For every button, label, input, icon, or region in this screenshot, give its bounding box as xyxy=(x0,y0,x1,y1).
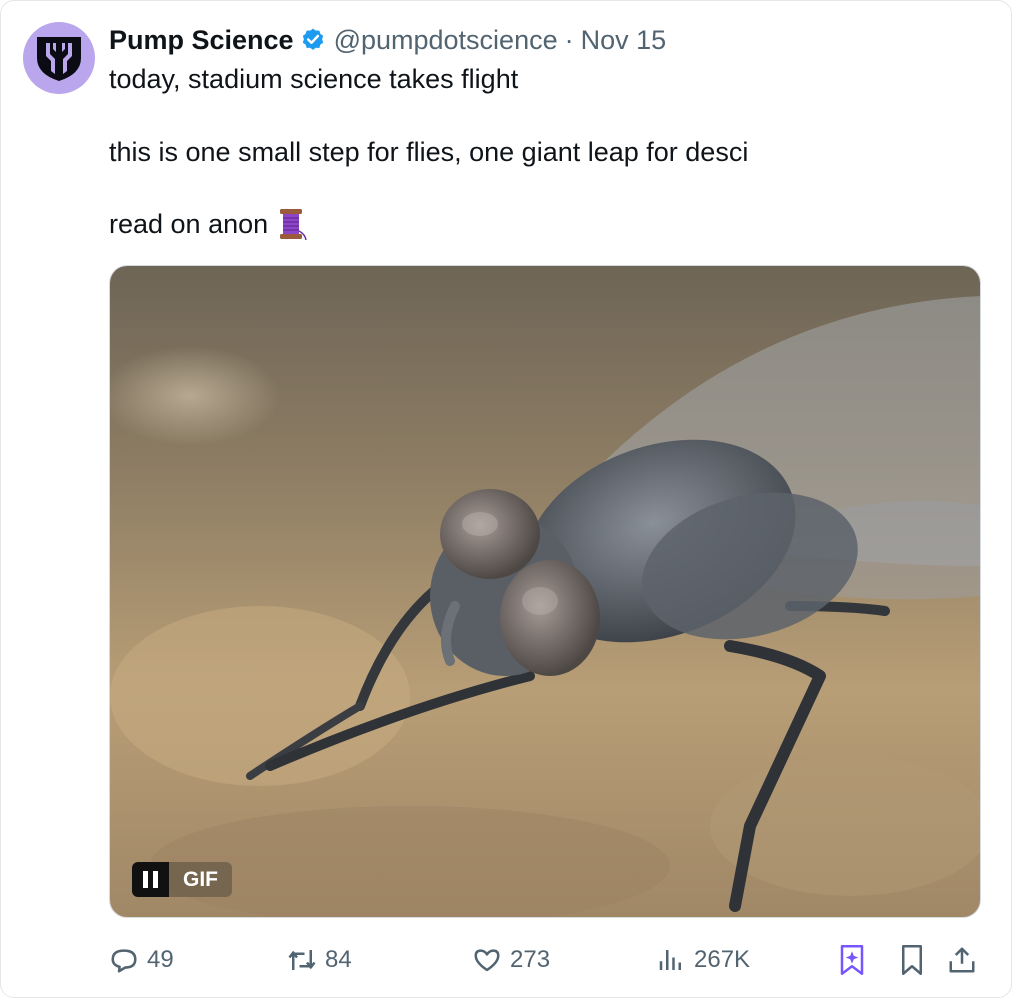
tweet-text-line: this is one small step for flies, one gi… xyxy=(109,137,749,167)
tweet-media-gif[interactable]: GIF xyxy=(109,265,981,918)
like-count: 273 xyxy=(510,946,551,973)
reply-count: 49 xyxy=(147,946,174,973)
tweet-text-line: today, stadium science takes flight xyxy=(109,64,519,94)
tweet-card[interactable]: Pump Science @pumpdotscience · Nov 15 to… xyxy=(0,0,1012,998)
reply-button[interactable]: 49 xyxy=(109,939,174,981)
gif-label: GIF xyxy=(169,862,232,897)
share-button[interactable] xyxy=(947,939,977,981)
thread-spool-emoji-icon xyxy=(276,207,308,241)
housefly-gif-image xyxy=(110,266,980,917)
views-chart-icon xyxy=(659,950,681,970)
tweet-date[interactable]: Nov 15 xyxy=(581,25,667,56)
reply-icon xyxy=(111,949,137,973)
header-separator: · xyxy=(564,24,574,55)
pump-science-logo-icon xyxy=(37,37,81,81)
purple-bookmark-sparkle-icon xyxy=(840,945,864,975)
grok-bookmark-button[interactable] xyxy=(837,939,867,981)
heart-icon xyxy=(474,949,500,972)
like-button[interactable]: 273 xyxy=(472,939,550,981)
author-display-name[interactable]: Pump Science xyxy=(109,25,294,56)
author-avatar[interactable] xyxy=(23,22,95,94)
repost-count: 84 xyxy=(325,946,352,973)
tweet-action-bar: 49 84 273 267K xyxy=(109,939,984,981)
tweet-text-line: read on anon xyxy=(109,207,308,241)
share-icon xyxy=(949,947,975,973)
bookmark-icon xyxy=(902,945,922,975)
repost-button[interactable]: 84 xyxy=(287,939,352,981)
author-handle[interactable]: @pumpdotscience xyxy=(334,25,558,56)
views-count: 267K xyxy=(694,946,751,973)
tweet-text-fragment: read on anon xyxy=(109,209,269,239)
repost-icon xyxy=(288,950,316,970)
pause-icon[interactable] xyxy=(132,862,169,897)
verified-badge-icon[interactable] xyxy=(300,27,326,53)
bookmark-button[interactable] xyxy=(897,939,927,981)
gif-badge[interactable]: GIF xyxy=(132,862,232,897)
views-button[interactable]: 267K xyxy=(656,939,750,981)
tweet-header: Pump Science @pumpdotscience · Nov 15 xyxy=(109,23,666,57)
